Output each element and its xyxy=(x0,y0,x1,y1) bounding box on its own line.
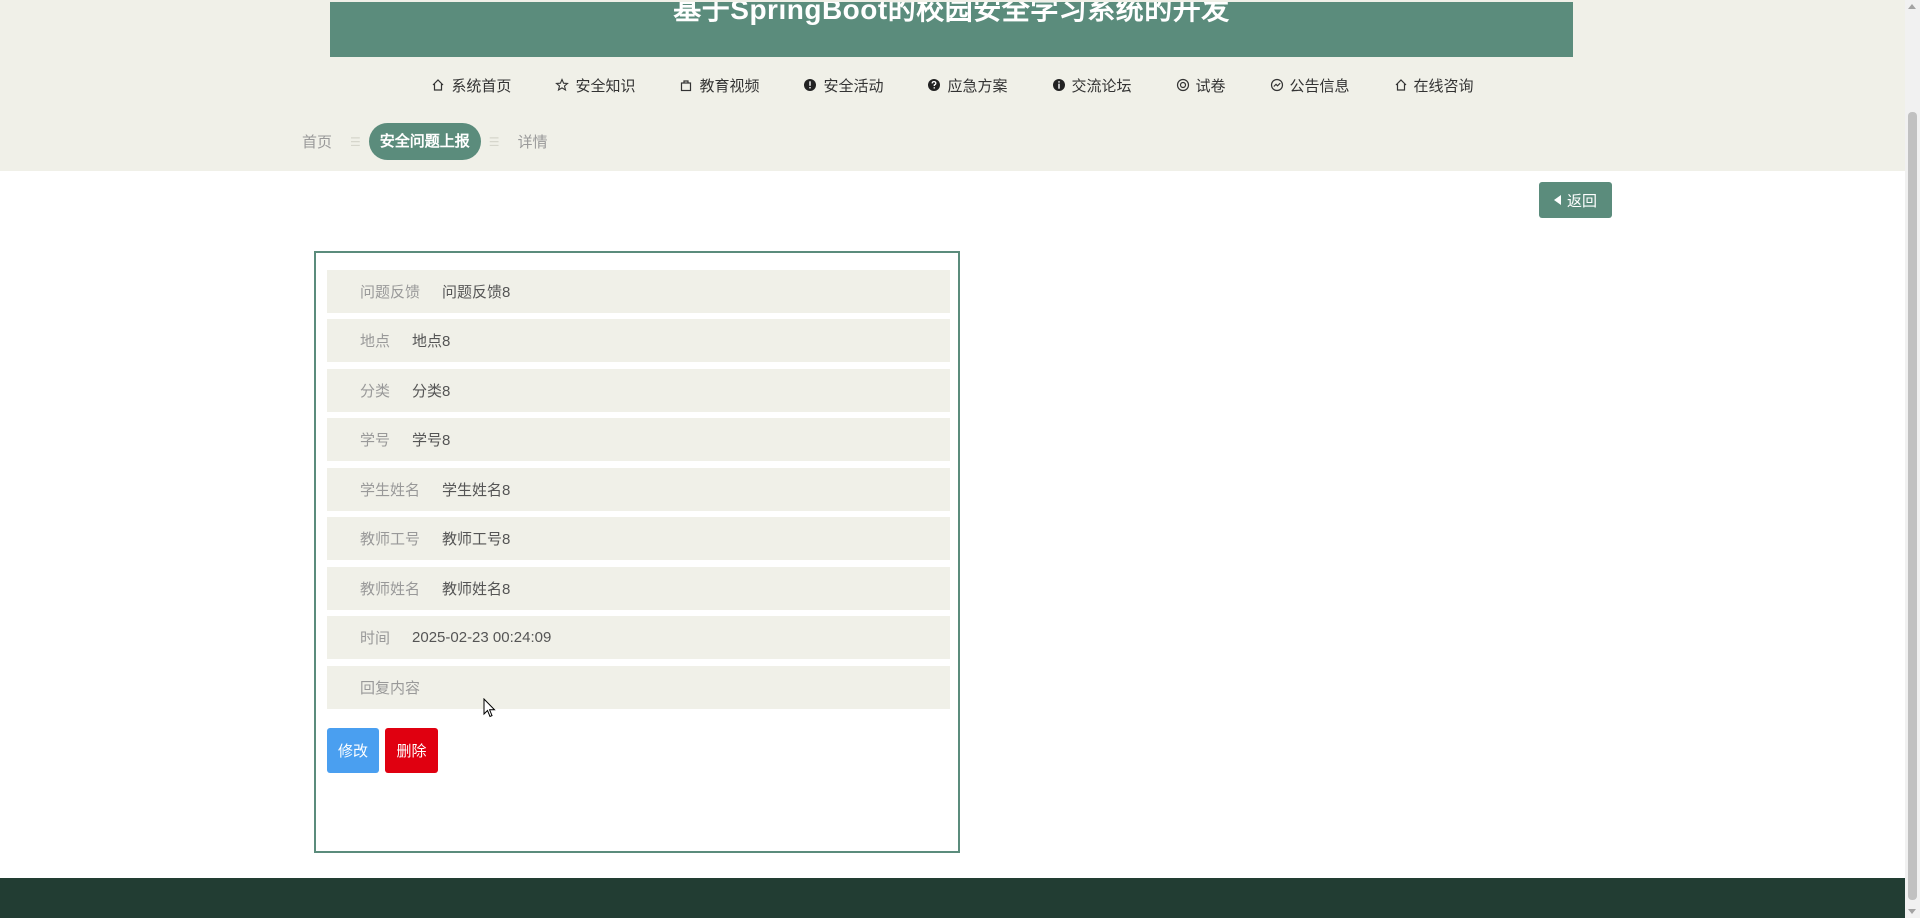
detail-row: 时间 2025-02-23 00:24:09 xyxy=(327,616,950,659)
star-icon xyxy=(555,78,570,92)
top-nav: 系统首页 安全知识 教育视频 安全活动 应急方案 交流论坛 试卷 公告信息 在线… xyxy=(0,70,1905,100)
nav-label: 交流论坛 xyxy=(1071,77,1132,95)
detail-row: 教师工号 教师工号8 xyxy=(327,517,950,560)
exclamation-circle-icon xyxy=(803,78,817,92)
nav-item-announcement[interactable]: 公告信息 xyxy=(1270,70,1350,100)
detail-row: 教师姓名 教师姓名8 xyxy=(327,567,950,610)
nav-item-education-video[interactable]: 教育视频 xyxy=(679,70,759,100)
breadcrumb-current[interactable]: 安全问题上报 xyxy=(368,123,481,160)
detail-value: 学生姓名8 xyxy=(442,482,511,499)
nav-item-consult[interactable]: 在线咨询 xyxy=(1394,70,1474,100)
nav-label: 公告信息 xyxy=(1289,77,1350,95)
vertical-scrollbar[interactable] xyxy=(1905,0,1920,918)
nav-label: 安全活动 xyxy=(823,77,884,95)
lifebuoy-icon xyxy=(1176,78,1190,92)
detail-label: 时间 xyxy=(360,630,391,647)
detail-label: 回复内容 xyxy=(360,680,421,697)
nav-item-safety-knowledge[interactable]: 安全知识 xyxy=(555,70,635,100)
edit-button[interactable]: 修改 xyxy=(327,728,379,773)
site-title: 基于SpringBoot的校园安全学习系统的开发 xyxy=(673,2,1230,25)
back-button[interactable]: 返回 xyxy=(1539,182,1612,218)
scroll-down-icon[interactable] xyxy=(1908,909,1916,914)
detail-value: 分类8 xyxy=(412,383,451,400)
question-circle-icon xyxy=(927,78,941,92)
nav-item-safety-activity[interactable]: 安全活动 xyxy=(803,70,883,100)
breadcrumb-home[interactable]: 首页 xyxy=(292,131,342,152)
detail-value: 2025-02-23 00:24:09 xyxy=(412,629,552,646)
breadcrumb-separator: ☰ xyxy=(488,134,500,149)
detail-value: 学号8 xyxy=(412,432,451,449)
detail-value: 教师工号8 xyxy=(442,531,511,548)
home-icon xyxy=(1394,78,1408,92)
nav-label: 教育视频 xyxy=(699,77,760,95)
detail-row: 回复内容 xyxy=(327,666,950,709)
scroll-up-icon[interactable] xyxy=(1908,4,1916,9)
detail-row: 问题反馈 问题反馈8 xyxy=(327,270,950,313)
info-circle-icon xyxy=(1052,78,1066,92)
breadcrumb-separator: ☰ xyxy=(350,134,361,149)
detail-label: 学号 xyxy=(360,432,391,449)
footer xyxy=(0,878,1905,918)
nav-label: 应急方案 xyxy=(947,77,1008,95)
breadcrumb-detail: 详情 xyxy=(517,134,548,151)
nav-item-exam[interactable]: 试卷 xyxy=(1176,70,1226,100)
scrollbar-thumb[interactable] xyxy=(1908,112,1917,900)
detail-panel: 问题反馈 问题反馈8 地点 地点8 分类 分类8 学号 学号8 学生姓名 学生姓… xyxy=(314,251,960,853)
detail-row: 地点 地点8 xyxy=(327,319,950,362)
nav-item-home[interactable]: 系统首页 xyxy=(431,70,511,100)
delete-button[interactable]: 删除 xyxy=(385,728,438,773)
home-icon xyxy=(431,78,445,92)
caret-left-icon xyxy=(1553,195,1561,205)
title-banner: 基于SpringBoot的校园安全学习系统的开发 xyxy=(330,2,1573,57)
detail-value: 问题反馈8 xyxy=(442,284,511,301)
nav-label: 试卷 xyxy=(1195,77,1226,95)
breadcrumb: 首页 ☰ 安全问题上报 ☰ 详情 xyxy=(292,123,558,160)
detail-label: 地点 xyxy=(360,333,391,350)
mouse-cursor-icon xyxy=(483,697,497,718)
detail-label: 问题反馈 xyxy=(360,284,421,301)
nav-item-emergency-plan[interactable]: 应急方案 xyxy=(927,70,1008,100)
detail-value: 教师姓名8 xyxy=(442,581,511,598)
back-button-label: 返回 xyxy=(1566,192,1597,210)
nav-label: 系统首页 xyxy=(451,77,512,95)
trend-circle-icon xyxy=(1270,78,1284,92)
bag-icon xyxy=(679,78,693,92)
detail-label: 学生姓名 xyxy=(360,482,421,499)
detail-label: 分类 xyxy=(360,383,391,400)
detail-value: 地点8 xyxy=(412,333,451,350)
detail-row: 分类 分类8 xyxy=(327,369,950,412)
nav-label: 安全知识 xyxy=(575,77,636,95)
detail-label: 教师工号 xyxy=(360,531,421,548)
detail-label: 教师姓名 xyxy=(360,581,421,598)
detail-row: 学生姓名 学生姓名8 xyxy=(327,468,950,511)
nav-label: 在线咨询 xyxy=(1413,77,1474,95)
detail-row: 学号 学号8 xyxy=(327,418,950,461)
nav-item-forum[interactable]: 交流论坛 xyxy=(1052,70,1132,100)
